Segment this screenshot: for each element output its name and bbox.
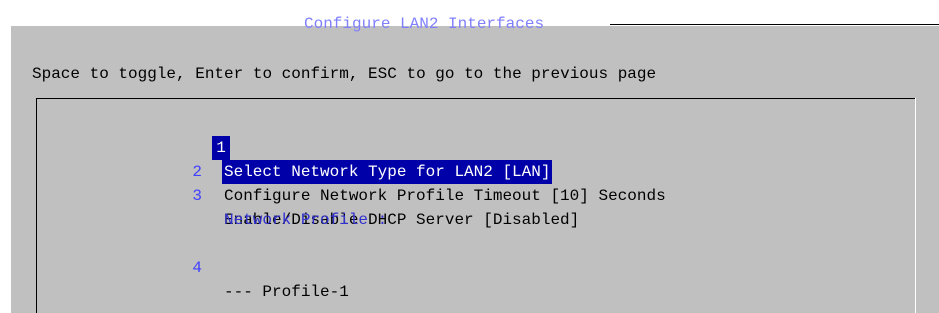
menu-box: 1 Select Network Type for LAN2 [LAN] 2 C…	[36, 98, 915, 313]
frame-top-right	[610, 24, 939, 25]
dialog-title: Configure LAN2 Interfaces	[304, 15, 545, 33]
menu-item-profile-timeout[interactable]: 2 Configure Network Profile Timeout [10]…	[36, 136, 665, 205]
menu-box-border-right	[915, 98, 916, 313]
menu-item-number: 3	[192, 187, 202, 205]
menu-box-border-top	[36, 98, 915, 99]
menu-item-profile-1[interactable]: 4 --- Profile-1	[36, 232, 348, 301]
terminal-screen: Configure LAN2 Interfaces Space to toggl…	[0, 0, 939, 313]
menu-item-number: 1	[212, 136, 230, 160]
menu-item-label: --- Profile-1	[224, 283, 349, 301]
menu-box-border-left	[36, 98, 37, 313]
menu-item-label: Configure Network Profile Timeout [10] S…	[224, 187, 666, 205]
menu-item-label: Select Network Type for LAN2 [LAN]	[222, 160, 553, 184]
menu-item-network-type[interactable]: 1 Select Network Type for LAN2 [LAN]	[36, 112, 553, 184]
menu-item-dhcp-server[interactable]: 3 Enable/Disable DHCP Server [Disabled]	[36, 160, 579, 229]
frame-left	[10, 25, 11, 313]
menu-item-number: 2	[192, 163, 202, 181]
instructions-text: Space to toggle, Enter to confirm, ESC t…	[32, 65, 657, 83]
menu-item-number: 4	[192, 259, 202, 277]
frame-top-left	[10, 24, 304, 25]
network-profile-heading: Network Profile :	[224, 211, 388, 229]
